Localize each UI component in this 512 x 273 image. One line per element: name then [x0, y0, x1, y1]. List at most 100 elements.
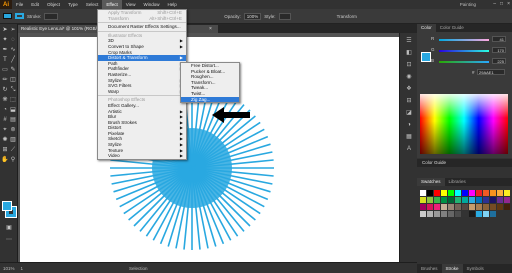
stroke-color-swatch[interactable]: [15, 13, 24, 19]
effect-item-document-raster-effects-settings[interactable]: Document Raster Effects Settings...: [98, 24, 186, 30]
menu-select[interactable]: Select: [82, 0, 103, 9]
color-swatch[interactable]: [469, 190, 475, 196]
properties-icon[interactable]: ☰: [405, 37, 413, 45]
color-swatch[interactable]: [483, 211, 489, 217]
hex-field[interactable]: 29AAE1: [477, 69, 505, 75]
color-swatch[interactable]: [420, 204, 426, 210]
transparency-icon[interactable]: ◑: [405, 121, 413, 129]
color-swatch[interactable]: [476, 197, 482, 203]
gradient-panel-icon[interactable]: ▦: [405, 133, 413, 141]
tab-color-guide[interactable]: Color Guide: [436, 24, 468, 32]
color-swatch[interactable]: [434, 211, 440, 217]
color-swatch[interactable]: [490, 190, 496, 196]
warp-icon[interactable]: ❋: [1, 96, 9, 104]
color-swatch[interactable]: [434, 197, 440, 203]
color-swatch[interactable]: [469, 211, 475, 217]
color-swatch[interactable]: [462, 211, 468, 217]
color-swatch[interactable]: [441, 211, 447, 217]
zoom-icon[interactable]: ⚲: [9, 156, 17, 164]
color-swatch[interactable]: [441, 190, 447, 196]
color-swatch[interactable]: [455, 204, 461, 210]
color-swatch[interactable]: [462, 204, 468, 210]
blue-slider[interactable]: B 225: [431, 58, 507, 65]
graphic-styles-icon[interactable]: ❖: [405, 85, 413, 93]
current-color-swatch[interactable]: [421, 52, 431, 62]
pathfinder-icon[interactable]: ◪: [405, 109, 413, 117]
red-value-field[interactable]: 41: [492, 36, 506, 42]
color-swatch[interactable]: [441, 197, 447, 203]
menu-file[interactable]: File: [12, 0, 27, 9]
paintbrush-icon[interactable]: ✎: [9, 66, 17, 74]
color-swatch[interactable]: [497, 190, 503, 196]
type-icon[interactable]: T: [1, 56, 9, 64]
color-swatch[interactable]: [469, 204, 475, 210]
slider-track[interactable]: [439, 61, 489, 63]
color-swatch[interactable]: [476, 204, 482, 210]
direct-selection-icon[interactable]: ➢: [9, 26, 17, 34]
color-swatch[interactable]: [448, 204, 454, 210]
close-window-button[interactable]: ×: [507, 0, 510, 9]
tab-symbols[interactable]: Symbols: [463, 264, 488, 273]
color-swatch[interactable]: [462, 190, 468, 196]
color-swatch[interactable]: [462, 197, 468, 203]
color-guide-header[interactable]: Color Guide: [417, 159, 512, 167]
menu-edit[interactable]: Edit: [27, 0, 43, 9]
appearance-icon[interactable]: ◉: [405, 73, 413, 81]
color-swatch[interactable]: [420, 190, 426, 196]
color-swatch[interactable]: [490, 204, 496, 210]
menu-object[interactable]: Object: [43, 0, 64, 9]
align-icon[interactable]: ⊟: [405, 97, 413, 105]
menu-view[interactable]: View: [122, 0, 140, 9]
selection-arrow-icon[interactable]: ➤: [1, 26, 9, 34]
rotate-icon[interactable]: ↻: [1, 86, 9, 94]
tab-libraries[interactable]: Libraries: [445, 178, 470, 186]
gradient-icon[interactable]: ▤: [9, 116, 17, 124]
color-swatch[interactable]: [490, 211, 496, 217]
color-swatch[interactable]: [476, 211, 482, 217]
color-swatch[interactable]: [497, 204, 503, 210]
color-swatch[interactable]: [420, 197, 426, 203]
symbol-sprayer-icon[interactable]: ✺: [1, 136, 9, 144]
pencil-icon[interactable]: ✏: [1, 76, 9, 84]
color-swatch[interactable]: [455, 197, 461, 203]
color-swatch[interactable]: [427, 197, 433, 203]
fill-swatch[interactable]: [2, 201, 12, 211]
slider-track[interactable]: [439, 50, 489, 52]
eyedropper-icon[interactable]: ⌖: [1, 126, 9, 134]
color-swatch[interactable]: [441, 204, 447, 210]
minimize-button[interactable]: –: [493, 0, 496, 9]
lasso-icon[interactable]: ◌: [9, 36, 17, 44]
green-value-field[interactable]: 170: [492, 47, 506, 53]
menu-effect[interactable]: Effect: [102, 0, 122, 9]
blue-value-field[interactable]: 225: [492, 58, 506, 64]
color-swatch[interactable]: [497, 197, 503, 203]
color-swatch[interactable]: [455, 211, 461, 217]
distort-item-zig-zag[interactable]: Zig Zag...: [181, 96, 239, 103]
magic-wand-icon[interactable]: ✦: [1, 36, 9, 44]
artboards-icon[interactable]: ⊡: [405, 61, 413, 69]
layers-icon[interactable]: ◧: [405, 49, 413, 57]
perspective-icon[interactable]: ⬓: [9, 106, 17, 114]
shape-builder-icon[interactable]: ◔: [1, 106, 9, 114]
color-swatch[interactable]: [476, 190, 482, 196]
mesh-icon[interactable]: #: [1, 116, 9, 124]
hand-icon[interactable]: ✋: [1, 156, 9, 164]
effect-item-video[interactable]: Video ▶: [98, 153, 186, 159]
color-swatch[interactable]: [469, 197, 475, 203]
color-swatch[interactable]: [448, 197, 454, 203]
fill-color-swatch[interactable]: [3, 13, 12, 19]
zoom-level[interactable]: 101%: [3, 266, 15, 271]
color-swatch[interactable]: [483, 197, 489, 203]
artboard-icon[interactable]: ⊞: [1, 146, 9, 154]
maximize-button[interactable]: □: [500, 0, 503, 9]
color-swatch[interactable]: [427, 211, 433, 217]
color-swatch[interactable]: [504, 190, 510, 196]
rectangle-icon[interactable]: ▭: [1, 66, 9, 74]
color-swatch[interactable]: [448, 190, 454, 196]
pen-icon[interactable]: ✒: [1, 46, 9, 54]
screen-mode-icon[interactable]: ▣: [5, 224, 13, 232]
opacity-field[interactable]: 100%: [243, 12, 262, 20]
slice-icon[interactable]: ⟋: [9, 146, 17, 154]
color-swatch[interactable]: [504, 204, 510, 210]
scale-icon[interactable]: ⤡: [9, 86, 17, 94]
